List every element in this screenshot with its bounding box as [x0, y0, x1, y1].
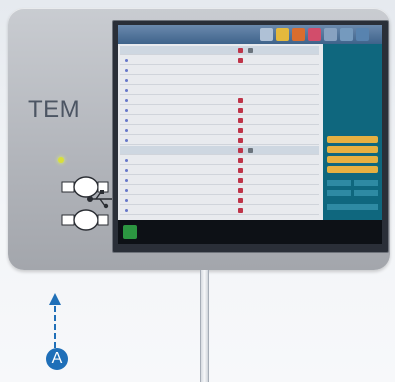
table-row[interactable]	[120, 56, 319, 65]
table-row[interactable]	[120, 196, 319, 205]
status-marker	[238, 138, 243, 143]
topbar-button[interactable]	[324, 28, 337, 41]
row-dot	[125, 179, 128, 182]
topbar-button[interactable]	[276, 28, 289, 41]
table-row[interactable]	[120, 206, 319, 215]
warning-button[interactable]	[327, 166, 378, 173]
dashed-up-arrow-line	[54, 306, 56, 348]
side-grid-button[interactable]	[327, 204, 378, 210]
topbar-button[interactable]	[308, 28, 321, 41]
table-row[interactable]	[120, 86, 319, 95]
table-row[interactable]	[120, 106, 319, 115]
status-marker	[238, 178, 243, 183]
marker-a: A	[46, 348, 68, 370]
row-dot	[125, 99, 128, 102]
row-dot	[125, 59, 128, 62]
side-grid-button[interactable]	[327, 180, 351, 186]
row-dot	[125, 159, 128, 162]
row-dot	[125, 109, 128, 112]
status-marker	[248, 148, 253, 153]
row-dot	[125, 129, 128, 132]
screen-bottom-bar	[118, 220, 382, 244]
warning-button[interactable]	[327, 136, 378, 143]
row-dot	[125, 89, 128, 92]
table-row[interactable]	[120, 156, 319, 165]
topbar-button[interactable]	[356, 28, 369, 41]
status-marker	[238, 48, 243, 53]
warning-button[interactable]	[327, 156, 378, 163]
side-grid-button[interactable]	[354, 190, 378, 196]
warning-button[interactable]	[327, 146, 378, 153]
mount-pole	[200, 270, 209, 382]
table-row[interactable]	[120, 66, 319, 75]
topbar-button[interactable]	[340, 28, 353, 41]
status-marker	[238, 148, 243, 153]
status-marker	[238, 108, 243, 113]
device-screen[interactable]	[118, 25, 382, 244]
table-row[interactable]	[120, 76, 319, 85]
device-label: TEM	[28, 96, 81, 123]
table-row[interactable]	[120, 126, 319, 135]
row-dot	[125, 139, 128, 142]
led-icon	[58, 157, 64, 163]
table-row[interactable]	[120, 166, 319, 175]
row-dot	[125, 209, 128, 212]
screen-list	[118, 44, 323, 220]
status-marker	[238, 98, 243, 103]
status-marker	[238, 158, 243, 163]
row-dot	[125, 169, 128, 172]
status-icon	[123, 225, 137, 239]
table-row[interactable]	[120, 96, 319, 105]
status-marker	[238, 118, 243, 123]
side-grid-button[interactable]	[354, 180, 378, 186]
status-marker	[238, 198, 243, 203]
side-grid-button[interactable]	[327, 190, 351, 196]
row-dot	[125, 199, 128, 202]
topbar-button[interactable]	[292, 28, 305, 41]
table-row[interactable]	[120, 136, 319, 145]
table-row[interactable]	[120, 146, 319, 155]
row-dot	[125, 69, 128, 72]
status-marker	[248, 48, 253, 53]
port-connector-icon	[61, 209, 109, 231]
status-marker	[238, 58, 243, 63]
status-marker	[238, 128, 243, 133]
row-dot	[125, 119, 128, 122]
screen-topbar	[118, 25, 382, 44]
table-row[interactable]	[120, 186, 319, 195]
status-marker	[238, 188, 243, 193]
table-row[interactable]	[120, 116, 319, 125]
row-dot	[125, 79, 128, 82]
screen-side-panel	[323, 44, 382, 220]
row-dot	[125, 189, 128, 192]
status-marker	[238, 208, 243, 213]
topbar-button[interactable]	[260, 28, 273, 41]
table-row[interactable]	[120, 176, 319, 185]
dashed-up-arrow-icon	[49, 293, 61, 305]
status-marker	[238, 168, 243, 173]
table-row[interactable]	[120, 46, 319, 55]
